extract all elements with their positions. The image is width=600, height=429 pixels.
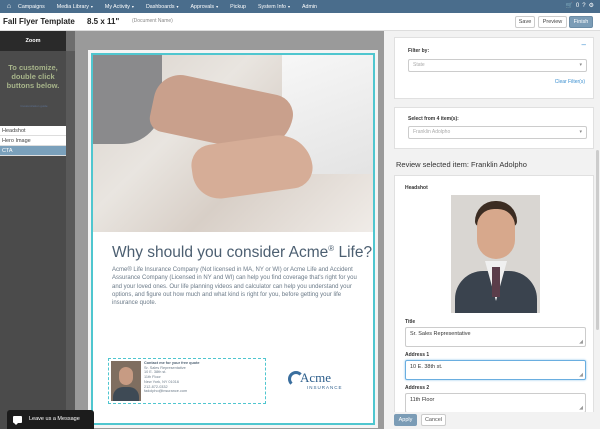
nav-system-info[interactable]: System Info ▾ [258, 4, 290, 10]
detail-card: Headshot Title Sr. Sales Representative ◢… [394, 175, 594, 429]
zoom-button[interactable]: Zoom [0, 31, 66, 51]
nav-admin[interactable]: Admin [302, 4, 317, 10]
document-name-field[interactable]: (Document Name) [132, 18, 173, 24]
collapse-icon[interactable]: – [582, 40, 586, 49]
address1-field[interactable]: 10 E. 38th st. ◢ [405, 360, 586, 380]
state-select[interactable]: State ▾ [408, 59, 587, 72]
cart-icon[interactable]: 🛒0 [565, 3, 582, 9]
top-nav: ⌂ Campaigns Media Library ▾ My Activity ▾ … [0, 0, 600, 13]
title-field[interactable]: Sr. Sales Representative ◢ [405, 327, 586, 347]
caret-down-icon: ▾ [90, 3, 93, 9]
flyer-document: Why should you consider Acme® Life? Acme… [88, 50, 378, 428]
element-list: Headshot Hero Image CTA [0, 126, 66, 156]
clear-filters-link[interactable]: Clear Filter(s) [555, 79, 585, 85]
filter-by-label: Filter by: [408, 48, 430, 54]
nav-right-icons: 🛒0?⚙ [565, 2, 597, 9]
headshot-image [451, 195, 540, 313]
left-sidebar: Zoom To customize, double click buttons … [0, 31, 66, 429]
canvas-scroll-strip[interactable] [66, 31, 75, 429]
title-bar: Fall Flyer Template 8.5 x 11" (Document … [0, 13, 600, 31]
filter-card: – Filter by: State ▾ Clear Filter(s) [394, 37, 594, 99]
bleed-guide [91, 53, 375, 425]
nav-my-activity[interactable]: My Activity ▾ [105, 4, 134, 10]
caret-down-icon: ▾ [216, 3, 219, 9]
nav-media-library[interactable]: Media Library ▾ [57, 4, 93, 10]
element-item-headshot[interactable]: Headshot [0, 126, 66, 136]
nav-pickup[interactable]: Pickup [230, 4, 246, 10]
nav-campaigns[interactable]: Campaigns [18, 4, 45, 10]
save-button[interactable]: Save [515, 16, 535, 28]
element-item-hero-image[interactable]: Hero Image [0, 136, 66, 146]
title-label: Title [405, 319, 416, 325]
person-select[interactable]: Franklin Adolpho ▾ [408, 126, 587, 139]
editor-canvas: Why should you consider Acme® Life? Acme… [66, 31, 384, 429]
message-icon [13, 416, 22, 425]
select-from-label: Select from 4 item(s): [408, 116, 459, 122]
customization-link[interactable]: Customization guide [12, 104, 56, 108]
address2-label: Address 2 [405, 385, 430, 391]
caret-down-icon: ▾ [287, 3, 290, 9]
settings-icon[interactable]: ⚙ [589, 3, 597, 9]
chat-widget[interactable]: Leave us a Message [7, 410, 94, 429]
headshot-label: Headshot [405, 185, 428, 191]
template-name: Fall Flyer Template [3, 17, 75, 26]
cancel-button[interactable]: Cancel [421, 414, 446, 426]
address1-label: Address 1 [405, 352, 430, 358]
element-item-cta[interactable]: CTA [0, 146, 66, 156]
nav-approvals[interactable]: Approvals ▾ [191, 4, 219, 10]
review-title: Review selected item: Franklin Adolpho [396, 160, 527, 169]
finish-button[interactable]: Finish [569, 16, 593, 28]
home-icon[interactable]: ⌂ [0, 3, 18, 10]
chat-label: Leave us a Message [29, 416, 80, 422]
template-size: 8.5 x 11" [87, 17, 120, 26]
right-panel: – Filter by: State ▾ Clear Filter(s) Sele… [384, 31, 600, 429]
action-bar: Apply Cancel [384, 412, 600, 429]
chevron-down-icon: ▾ [579, 129, 582, 135]
chevron-down-icon: ▾ [579, 62, 582, 68]
nav-dashboards[interactable]: Dashboards ▾ [146, 4, 179, 10]
right-panel-scrollbar[interactable] [596, 150, 599, 330]
customize-instructions: To customize, double click buttons below… [6, 63, 60, 90]
caret-down-icon: ▾ [131, 3, 134, 9]
select-item-card: Select from 4 item(s): Franklin Adolpho ▾ [394, 107, 594, 149]
caret-down-icon: ▾ [176, 3, 179, 9]
address2-field[interactable]: 11th Floor ◢ [405, 393, 586, 413]
apply-button[interactable]: Apply [394, 414, 417, 426]
preview-button[interactable]: Preview [538, 16, 567, 28]
